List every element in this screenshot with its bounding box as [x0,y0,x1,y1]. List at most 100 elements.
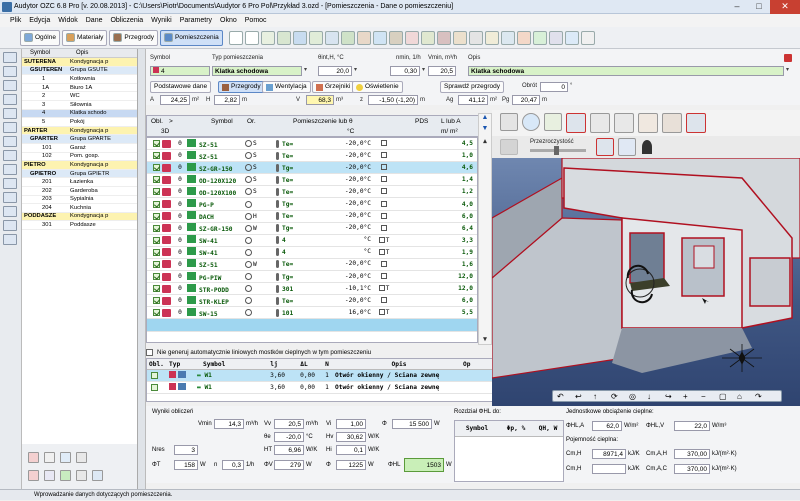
tree-node[interactable]: 102 Pom. gosp. [22,153,137,162]
adjacent-cell[interactable]: 301 -10,1°C [273,284,373,293]
partition-symbol-cell[interactable]: PG-P [187,199,245,209]
tree-node[interactable]: 5 Pokój [22,118,137,127]
energy-icon[interactable] [532,30,547,45]
compass-toggle-icon[interactable] [618,138,636,156]
cut-icon[interactable] [3,150,17,161]
pds-cell[interactable] [373,164,395,171]
adjacent-cell[interactable]: 4 °C [273,236,373,245]
edit-partition-icon[interactable] [162,163,171,172]
lighting-button[interactable]: Oświetlenie [352,81,403,93]
help-icon[interactable] [564,30,579,45]
delete-icon[interactable] [3,206,17,217]
col-arrow[interactable]: > [169,118,173,125]
tab-materialy[interactable]: Materiały [61,29,108,46]
include-checkbox[interactable] [153,176,160,184]
partition-symbol-cell[interactable]: STR-KLEP [187,295,245,306]
partition-row[interactable]: 0 STR-PODD 301 -10,1°C T 12,0 [147,283,477,296]
adjacent-cell[interactable]: Tg= -20,0°C [273,163,373,172]
print-icon[interactable] [468,30,483,45]
partition-symbol-cell[interactable]: PG-PIW [187,271,245,282]
text-icon[interactable] [244,30,259,45]
move-up-icon[interactable]: ▲ [480,113,490,123]
edit-partition-icon[interactable] [162,224,171,233]
calculator-icon[interactable] [3,234,17,245]
area-field[interactable]: 24,25 [160,95,190,105]
transparency-slider-thumb[interactable] [554,146,559,155]
pds-cell[interactable]: T [373,248,395,256]
bridge-type-cell[interactable] [169,371,193,380]
move-down-icon[interactable]: ▼ [480,124,490,134]
edit-partition-icon[interactable] [162,212,171,221]
include-checkbox[interactable] [153,309,160,317]
tree-node[interactable]: SUTERENA Kondygnacja p [22,58,137,67]
edit-room-icon[interactable] [44,452,55,463]
partition-symbol-cell[interactable]: SW-41 [187,235,245,245]
3d-scene[interactable] [492,158,800,406]
print-preview-icon[interactable] [3,108,17,119]
orientation-cell[interactable] [245,285,273,293]
tree-node[interactable]: 3 Siłownia [22,101,137,110]
orientation-cell[interactable]: W [245,224,273,232]
partition-row[interactable]: 0 STR-KLEP Te= -20,0°C 6,0 [147,295,477,308]
edit-partition-icon[interactable] [162,151,171,160]
copy-icon[interactable] [3,164,17,175]
partition-row[interactable]: 0 OD-120X120 S Te= -20,0°C 1,4 [147,174,477,187]
view-full-icon[interactable] [686,113,706,133]
include-checkbox[interactable] [153,248,160,256]
undo-icon[interactable] [3,136,17,147]
dist-col-qh[interactable]: QH, W [533,425,563,432]
no-bridges-checkbox[interactable] [146,348,153,356]
nav-circle-icon[interactable]: ◎ [629,392,636,401]
tree-node[interactable]: 4 Klatka schodo [22,109,137,119]
partition-row[interactable]: 0 SZ-51 S Te= -20,0°C 1,0 [147,150,477,163]
edit-partition-icon[interactable] [162,296,171,305]
adjacent-cell[interactable]: Tg= -20,0°C [273,272,373,281]
table-icon[interactable] [228,30,243,45]
ventilation-button[interactable]: Wentylacja [262,81,311,93]
settings-icon[interactable] [548,30,563,45]
window-icon[interactable] [372,30,387,45]
view-floor-icon[interactable] [590,113,610,133]
adjacent-cell[interactable]: Tg= -20,0°C [273,200,373,209]
pds-cell[interactable] [373,297,395,304]
edit-partition-icon[interactable] [162,187,171,196]
radiator-icon[interactable] [404,30,419,45]
partition-symbol-cell[interactable]: SZ-GR-150 [187,162,245,173]
vmin-field[interactable]: 20,5 [428,66,456,76]
print-setup-icon[interactable] [3,122,17,133]
tree-node[interactable]: 204 Kuchnia [22,204,137,213]
edit-partition-icon[interactable] [162,284,171,293]
basic-data-button[interactable]: Podstawowe dane [150,81,212,93]
bridge-col-opis[interactable]: Opis [335,361,463,368]
bridge-include-cell[interactable] [147,384,169,391]
partition-row[interactable]: 0 SW-15 101 16,0°C T 5,5 [147,307,477,320]
bridge-include-checkbox[interactable] [151,384,158,391]
bridge-col-op2[interactable]: Op [463,361,493,368]
partition-symbol-cell[interactable]: SZ-GR-150 [187,223,245,233]
filter-icon[interactable] [76,470,87,481]
tab-pomieszczenia[interactable]: Pomieszczenia [159,29,223,46]
description-dropdown-icon[interactable]: ▾ [786,66,789,73]
tree-node[interactable]: PIETRO Kondygnacja p [22,161,137,170]
bridge-col-l[interactable]: lj [259,361,289,368]
menu-okno[interactable]: Okno [220,14,237,27]
maximize-button[interactable]: □ [748,0,770,14]
include-checkbox[interactable] [153,188,160,196]
partition-row[interactable]: 0 PG-P Tg= -20,0°C 4,0 [147,198,477,211]
chart-icon[interactable] [308,30,323,45]
adjacent-cell[interactable]: Tg= -20,0°C [273,224,373,233]
pds-cell[interactable]: T [373,309,395,316]
grid-toggle-icon[interactable] [500,139,518,155]
partition-symbol-cell[interactable]: SW-41 [187,247,245,257]
include-checkbox[interactable] [153,273,160,281]
orientation-cell[interactable]: W [245,260,273,268]
room-list-icon[interactable] [44,470,55,481]
tree-node[interactable]: 1 Kotłownia [22,75,137,84]
tree-node[interactable]: PODDASZE Kondygnacja p [22,212,137,222]
tree-node[interactable]: 202 Garderoba [22,187,137,196]
adjacent-cell[interactable]: Te= -20,0°C [273,296,373,305]
include-checkbox[interactable] [153,152,160,160]
adjacent-cell[interactable]: Te= -20,0°C [273,139,373,148]
partition-row[interactable]: 0 SZ-51 S Te= -20,0°C 4,5 [147,138,477,151]
nav-up-icon[interactable]: ↑ [593,392,597,401]
